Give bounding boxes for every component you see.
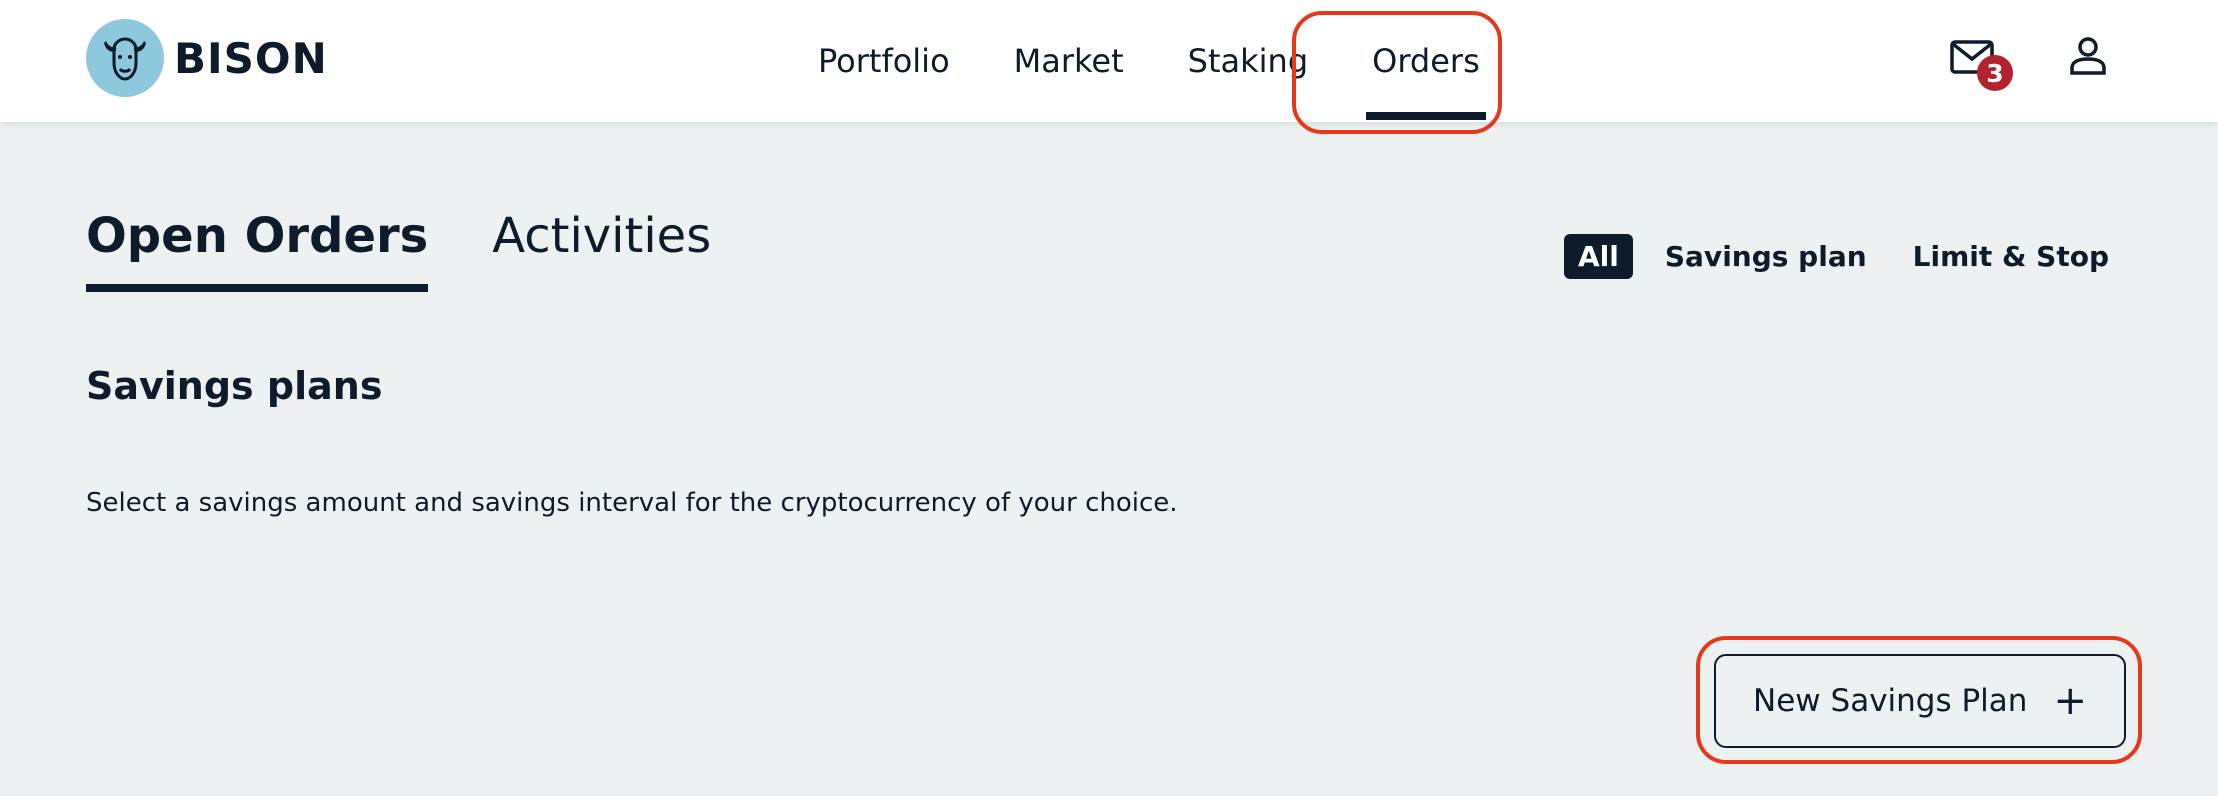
nav-item-orders[interactable]: Orders [1340, 0, 1512, 122]
brand-name: BISON [174, 33, 328, 83]
new-savings-plan-button[interactable]: New Savings Plan + [1714, 654, 2126, 748]
brand-logo[interactable]: BISON [86, 19, 328, 97]
section-title: Savings plans [86, 364, 383, 408]
section-description: Select a savings amount and savings inte… [86, 488, 1178, 518]
nav-item-market[interactable]: Market [982, 0, 1156, 122]
filter-all[interactable]: All [1564, 234, 1633, 279]
nav-item-staking[interactable]: Staking [1156, 0, 1340, 122]
orders-tabs: Open Orders Activities [86, 208, 775, 292]
plus-icon: + [2053, 678, 2087, 724]
main-nav: Portfolio Market Staking Orders [786, 0, 1512, 122]
filter-savings-plan[interactable]: Savings plan [1651, 234, 1881, 279]
new-savings-plan-label: New Savings Plan [1753, 683, 2028, 719]
tab-activities[interactable]: Activities [492, 208, 711, 292]
filter-limit-stop[interactable]: Limit & Stop [1899, 234, 2123, 279]
top-navigation-bar: BISON Portfolio Market Staking Orders 3 [0, 0, 2218, 134]
tab-open-orders[interactable]: Open Orders [86, 208, 429, 292]
messages-button[interactable]: 3 [1950, 36, 2013, 91]
order-type-filters: All Savings plan Limit & Stop [1546, 234, 2123, 279]
user-icon [2070, 37, 2106, 75]
account-button[interactable] [2068, 36, 2108, 80]
unread-count-badge: 3 [1977, 55, 2013, 91]
nav-item-portfolio[interactable]: Portfolio [786, 0, 982, 122]
bison-logo-icon [86, 19, 164, 97]
